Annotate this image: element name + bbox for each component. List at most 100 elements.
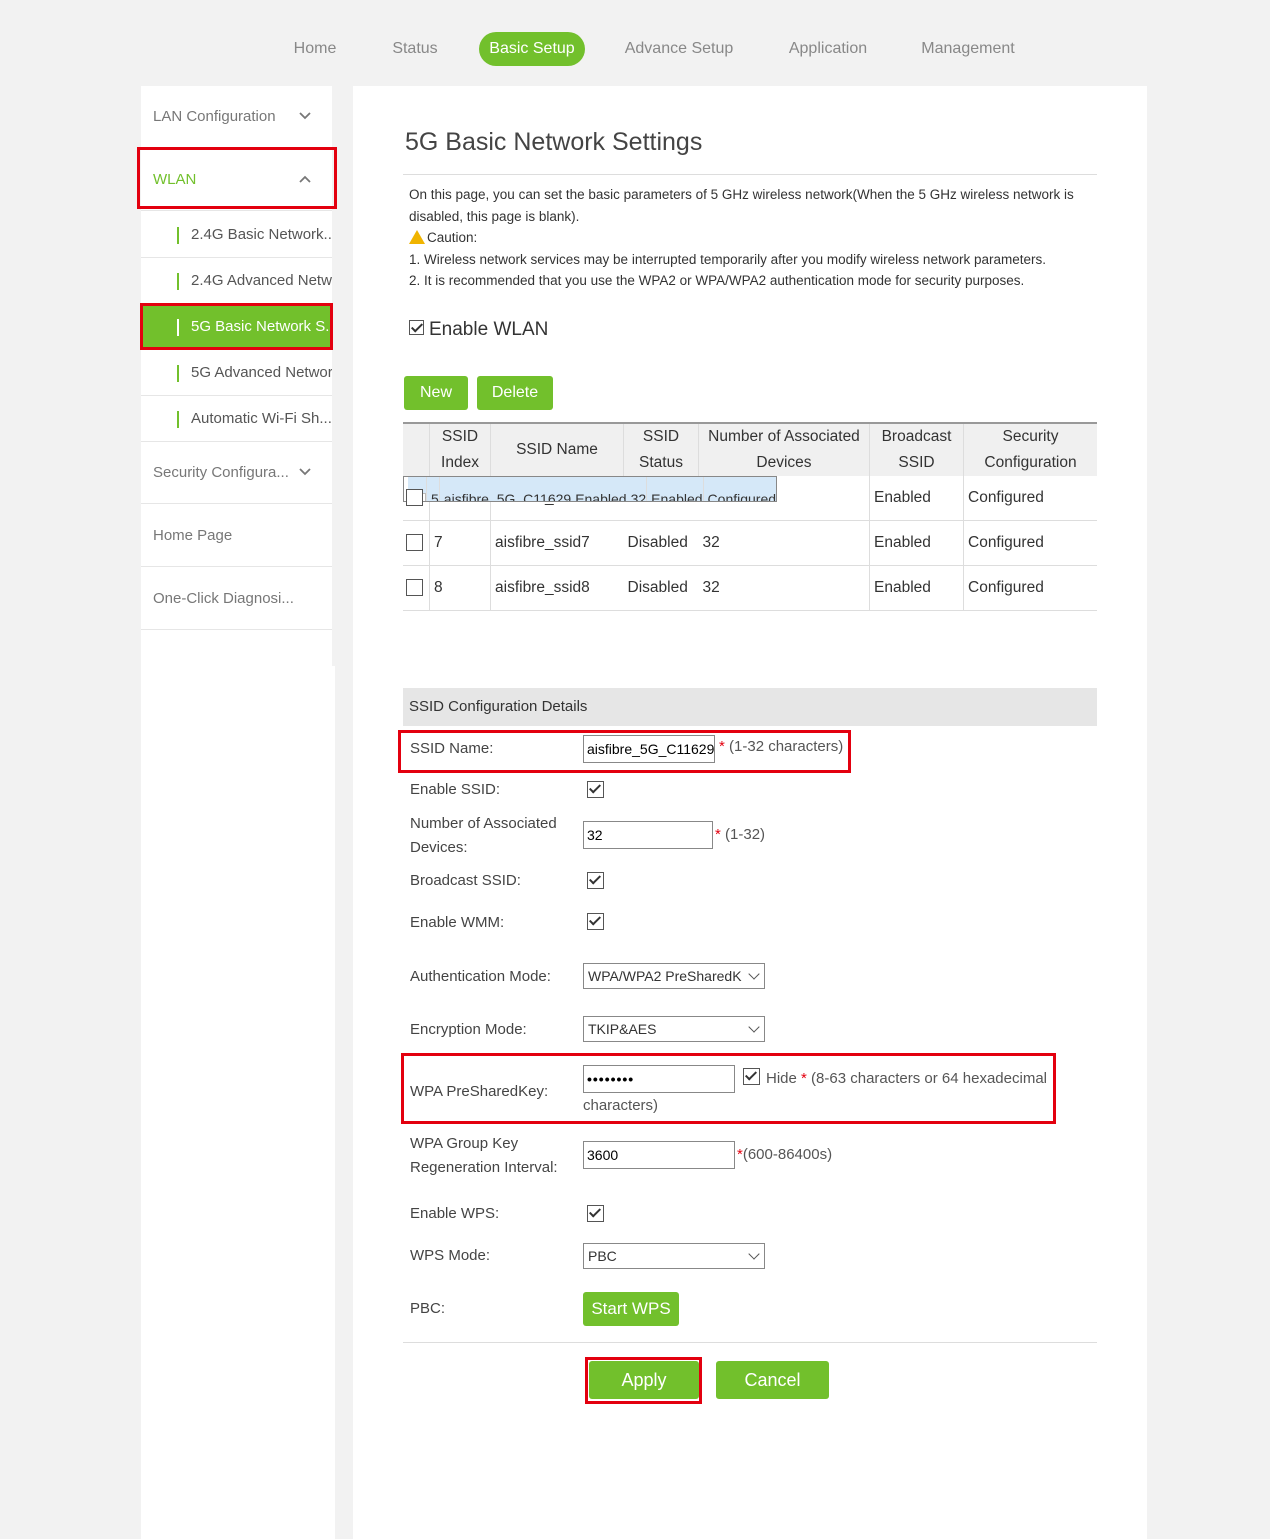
sidebar-item-one-click-diagnosis[interactable]: One-Click Diagnosi... xyxy=(141,568,335,630)
enable-wps-label: Enable WPS: xyxy=(410,1205,500,1222)
sidebar-item-home-page[interactable]: Home Page xyxy=(141,505,335,567)
cancel-button[interactable]: Cancel xyxy=(716,1361,829,1399)
auth-mode-label: Authentication Mode: xyxy=(410,968,551,985)
apply-button[interactable]: Apply xyxy=(589,1361,699,1399)
table-row[interactable]: 5 aisfibre_5G_C11629 Enabled 32 Enabled … xyxy=(403,476,778,502)
select-value: PBC xyxy=(588,1248,617,1264)
page-title: 5G Basic Network Settings xyxy=(405,128,703,156)
cell-security: Configured xyxy=(963,565,1097,611)
new-button[interactable]: New xyxy=(404,376,468,410)
enable-wps-checkbox[interactable] xyxy=(587,1205,604,1222)
cell-index: 5 xyxy=(426,477,440,501)
chevron-down-icon xyxy=(299,112,311,120)
row-checkbox[interactable] xyxy=(406,489,423,507)
pbc-label: PBC: xyxy=(410,1300,446,1317)
nav-status[interactable]: Status xyxy=(370,32,460,66)
enable-ssid-checkbox[interactable] xyxy=(587,781,604,798)
cell-security: Configured xyxy=(703,477,777,501)
description-text: On this page, you can set the basic para… xyxy=(409,187,1074,224)
hint-text: (1-32) xyxy=(725,826,766,843)
cell-devices: 32 xyxy=(698,520,870,566)
assoc-devices-input[interactable]: 32 xyxy=(583,821,713,849)
divider xyxy=(177,273,179,290)
header-line: Security xyxy=(1002,428,1059,445)
header-line: Status xyxy=(639,454,683,471)
wps-mode-select[interactable]: PBC xyxy=(583,1243,765,1269)
sidebar-item-security-configuration[interactable]: Security Configura... xyxy=(141,442,335,504)
delete-button[interactable]: Delete xyxy=(477,376,553,410)
cell-index: 8 xyxy=(429,565,491,611)
table-row[interactable]: 8 aisfibre_ssid8 Disabled 32 Enabled Con… xyxy=(403,565,1097,611)
sidebar-item-label: 5G Advanced Networ... xyxy=(191,364,345,381)
enable-wmm-checkbox[interactable] xyxy=(587,913,604,930)
sidebar-item-24g-basic[interactable]: 2.4G Basic Network... xyxy=(141,212,336,258)
enable-wlan-label: Enable WLAN xyxy=(429,319,549,340)
cell-ssid-name: aisfibre_ssid8 xyxy=(490,565,624,611)
cell-ssid-name: aisfibre_ssid7 xyxy=(490,520,624,566)
header-line: Devices xyxy=(756,454,812,471)
ssid-name-input[interactable]: aisfibre_5G_C11629 xyxy=(583,735,715,763)
psk-input[interactable]: •••••••• xyxy=(583,1065,735,1093)
enable-wmm-label: Enable WMM: xyxy=(410,914,505,931)
table-header-ssid-status: SSID Status xyxy=(623,422,699,476)
hide-psk-checkbox[interactable] xyxy=(743,1068,760,1085)
cell-security: Configured xyxy=(963,520,1097,566)
row-checkbox[interactable] xyxy=(406,579,423,597)
page: Home Status Basic Setup Advance Setup Ap… xyxy=(8,8,1262,1539)
assoc-devices-hint: * (1-32) xyxy=(715,826,765,843)
cell-status: Disabled xyxy=(623,520,699,566)
sidebar-item-label: One-Click Diagnosi... xyxy=(153,590,294,607)
sidebar-item-wlan[interactable]: WLAN xyxy=(141,149,335,211)
wps-mode-label: WPS Mode: xyxy=(410,1247,491,1264)
label-line: Number of Associated xyxy=(410,815,557,832)
start-wps-button[interactable]: Start WPS xyxy=(583,1292,679,1326)
cell-security: Configured xyxy=(963,476,1097,521)
header-line: SSID xyxy=(642,428,680,445)
sidebar-item-5g-basic[interactable]: 5G Basic Network S... xyxy=(141,304,338,350)
ssid-name-hint: * (1-32 characters) xyxy=(719,738,843,755)
page-description: On this page, you can set the basic para… xyxy=(409,184,1109,292)
nav-advance-setup[interactable]: Advance Setup xyxy=(619,32,739,66)
hide-label: Hide xyxy=(766,1070,797,1087)
sidebar-item-24g-advanced[interactable]: 2.4G Advanced Netw... xyxy=(141,258,344,304)
required-mark: * xyxy=(719,738,725,755)
sidebar-item-label: Automatic Wi-Fi Sh... xyxy=(191,410,332,427)
auth-mode-select[interactable]: WPA/WPA2 PreSharedK xyxy=(583,963,765,989)
nav-home[interactable]: Home xyxy=(270,32,360,66)
cell-broadcast: Enabled xyxy=(869,565,964,611)
hint-text: (600-86400s) xyxy=(742,1146,833,1163)
table-header-broadcast-ssid: Broadcast SSID xyxy=(869,422,964,476)
sidebar-item-lan-configuration[interactable]: LAN Configuration xyxy=(141,86,335,148)
header-line: Index xyxy=(441,454,479,471)
note-2: 2. It is recommended that you use the WP… xyxy=(409,273,1025,288)
sidebar-item-5g-advanced[interactable]: 5G Advanced Networ... xyxy=(141,350,344,396)
encryption-mode-select[interactable]: TKIP&AES xyxy=(583,1016,765,1042)
enable-wlan-checkbox[interactable] xyxy=(409,320,424,336)
nav-application[interactable]: Application xyxy=(773,32,883,66)
cell-devices: 32 xyxy=(626,477,648,501)
table-header-row: SSID Index SSID Name SSID Status Number of… xyxy=(403,422,1097,476)
required-mark: * xyxy=(715,826,721,843)
nav-basic-setup[interactable]: Basic Setup xyxy=(479,32,585,66)
row-checkbox[interactable] xyxy=(406,534,423,552)
sidebar-item-auto-wifi-share[interactable]: Automatic Wi-Fi Sh... xyxy=(141,396,335,442)
cell-status: Disabled xyxy=(623,565,699,611)
table-header-ssid-index: SSID Index xyxy=(429,422,491,476)
enable-ssid-label: Enable SSID: xyxy=(410,781,501,798)
divider xyxy=(177,227,179,244)
main-panel: 5G Basic Network Settings On this page, … xyxy=(353,86,1147,1539)
gutter xyxy=(332,86,353,666)
nav-management[interactable]: Management xyxy=(913,32,1023,66)
label-line: Regeneration Interval: xyxy=(410,1159,558,1176)
table-row[interactable]: 7 aisfibre_ssid7 Disabled 32 Enabled Con… xyxy=(403,520,1097,566)
group-key-interval-input[interactable]: 3600 xyxy=(583,1141,735,1169)
divider xyxy=(403,174,1097,175)
header-line: SSID xyxy=(898,454,935,471)
caution-label: Caution: xyxy=(427,230,478,245)
hint-text: (8-63 characters or 64 hexadecimal xyxy=(811,1070,1047,1087)
broadcast-ssid-checkbox[interactable] xyxy=(587,872,604,889)
cell-status: Enabled xyxy=(571,477,627,501)
assoc-devices-label: Number of Associated Devices: xyxy=(410,812,557,860)
sidebar-item-label: 5G Basic Network S... xyxy=(191,318,338,335)
note-1: 1. Wireless network services may be inte… xyxy=(409,251,1046,267)
